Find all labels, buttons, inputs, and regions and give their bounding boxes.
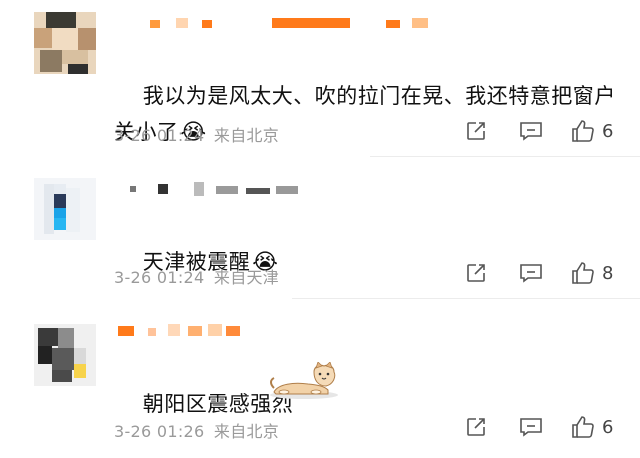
username[interactable] [116, 18, 446, 36]
comment-actions: 6 [440, 116, 640, 146]
comment-location: 来自北京 [213, 422, 280, 441]
comment-icon [520, 418, 542, 437]
like-count: 8 [602, 262, 614, 284]
thumbs-up-icon [572, 120, 594, 142]
like-button[interactable]: 8 [570, 258, 613, 288]
thumbs-up-icon [572, 262, 594, 284]
comment-meta: 3-26 01:24 来自北京 [114, 122, 279, 146]
share-button[interactable] [464, 412, 488, 442]
comment-meta: 3-26 01:24 来自天津 [114, 264, 279, 288]
comment-item: 天津被震醒😭 3-26 01:24 来自天津 8 [0, 160, 640, 298]
username[interactable] [116, 324, 276, 342]
avatar[interactable] [34, 12, 96, 74]
thumbs-up-icon [572, 416, 594, 438]
comment-icon [520, 122, 542, 141]
share-icon [467, 418, 485, 436]
like-button[interactable]: 6 [570, 412, 613, 442]
divider [292, 298, 640, 299]
comment-time: 3-26 01:24 [114, 126, 205, 145]
comment-time: 3-26 01:26 [114, 422, 205, 441]
comment-actions: 8 [440, 258, 640, 288]
like-count: 6 [602, 120, 614, 142]
dog-sticker-icon [268, 361, 342, 400]
comment-button[interactable] [518, 412, 544, 442]
comment-button[interactable] [518, 258, 544, 288]
comment-actions: 6 [440, 412, 640, 442]
avatar[interactable] [34, 324, 96, 386]
comment-time: 3-26 01:24 [114, 268, 205, 287]
comment-button[interactable] [518, 116, 544, 146]
comment-location: 来自北京 [213, 126, 280, 145]
avatar[interactable] [34, 178, 96, 240]
username[interactable] [116, 182, 316, 200]
comment-meta: 3-26 01:26 来自北京 [114, 418, 279, 442]
like-count: 6 [602, 416, 614, 438]
share-icon [467, 264, 485, 282]
comment-location: 来自天津 [213, 268, 280, 287]
share-button[interactable] [464, 116, 488, 146]
share-button[interactable] [464, 258, 488, 288]
comment-icon [520, 264, 542, 283]
comment-item: 我以为是风太大、吹的拉门在晃、我还特意把窗户关小了😭 3-26 01:24 来自… [0, 0, 640, 160]
share-icon [467, 122, 485, 140]
divider [370, 156, 640, 157]
like-button[interactable]: 6 [570, 116, 613, 146]
